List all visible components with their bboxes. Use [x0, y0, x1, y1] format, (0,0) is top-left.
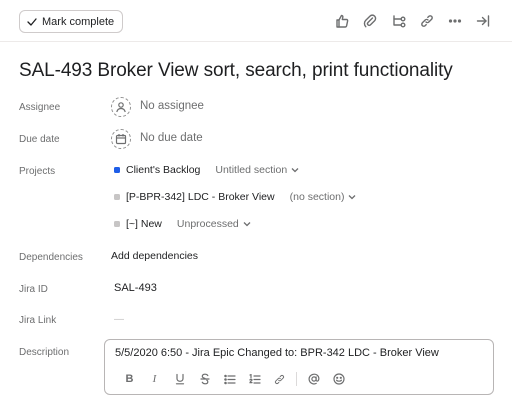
chevron-down-icon: [243, 222, 251, 227]
project-color-dot: [114, 221, 120, 227]
project-section-dropdown[interactable]: Untitled section: [215, 164, 299, 176]
project-color-dot: [114, 194, 120, 200]
format-toolbar: B I: [117, 371, 351, 387]
project-section-label: Untitled section: [215, 164, 288, 176]
assignee-value[interactable]: No assignee: [140, 100, 204, 112]
description-editor[interactable]: 5/5/2020 6:50 - Jira Epic Changed to: BP…: [104, 339, 494, 395]
mention-icon[interactable]: [301, 373, 326, 385]
dependencies-label: Dependencies: [19, 252, 83, 263]
project-section-dropdown[interactable]: (no section): [290, 191, 357, 203]
subtask-icon[interactable]: [390, 12, 408, 30]
task-toolbar: Mark complete: [0, 0, 512, 42]
project-section-label: Unprocessed: [176, 218, 239, 230]
thumbs-up-icon[interactable]: [333, 12, 351, 30]
project-row: [~] New Unprocessed: [114, 218, 251, 230]
project-row: [P-BPR-342] LDC - Broker View (no sectio…: [114, 191, 356, 203]
mark-complete-button[interactable]: Mark complete: [19, 10, 124, 33]
link-icon[interactable]: [418, 12, 436, 30]
project-name[interactable]: [~] New: [126, 218, 162, 230]
numbered-list-icon[interactable]: [242, 373, 267, 385]
due-date-button[interactable]: [111, 129, 131, 149]
project-section-dropdown[interactable]: Unprocessed: [177, 218, 251, 230]
more-icon[interactable]: [446, 12, 464, 30]
strikethrough-icon[interactable]: [192, 373, 217, 385]
jira-id-value[interactable]: SAL-493: [114, 282, 157, 294]
attachment-icon[interactable]: [361, 12, 379, 30]
due-date-value[interactable]: No due date: [140, 132, 203, 144]
project-name[interactable]: [P-BPR-342] LDC - Broker View: [126, 191, 275, 203]
chevron-down-icon: [349, 195, 356, 200]
due-date-label: Due date: [19, 134, 60, 145]
description-label: Description: [19, 347, 70, 358]
project-row: Client's Backlog Untitled section: [114, 164, 299, 176]
calendar-icon: [115, 134, 127, 145]
add-dependencies-button[interactable]: Add dependencies: [111, 250, 198, 262]
projects-label: Projects: [19, 166, 56, 177]
toolbar-divider: [296, 372, 297, 386]
jira-link-label: Jira Link: [19, 315, 57, 326]
bullet-list-icon[interactable]: [217, 374, 242, 385]
assignee-label: Assignee: [19, 102, 61, 113]
jira-link-value[interactable]: —: [114, 314, 124, 325]
checkmark-icon: [27, 17, 37, 26]
task-title[interactable]: SAL-493 Broker View sort, search, print …: [19, 60, 453, 82]
project-name[interactable]: Client's Backlog: [126, 164, 200, 176]
chevron-down-icon: [291, 168, 299, 173]
user-icon: [116, 102, 126, 113]
bold-icon[interactable]: B: [117, 373, 142, 385]
assignee-avatar[interactable]: [111, 97, 131, 117]
mark-complete-label: Mark complete: [42, 15, 115, 28]
underline-icon[interactable]: [167, 373, 192, 385]
close-pane-icon[interactable]: [474, 12, 492, 30]
project-color-dot: [114, 167, 120, 173]
project-section-label: (no section): [289, 191, 345, 203]
emoji-icon[interactable]: [326, 373, 351, 385]
italic-icon[interactable]: I: [142, 373, 167, 385]
link-icon[interactable]: [267, 374, 292, 385]
jira-id-label: Jira ID: [19, 284, 48, 295]
description-text[interactable]: 5/5/2020 6:50 - Jira Epic Changed to: BP…: [115, 347, 439, 359]
